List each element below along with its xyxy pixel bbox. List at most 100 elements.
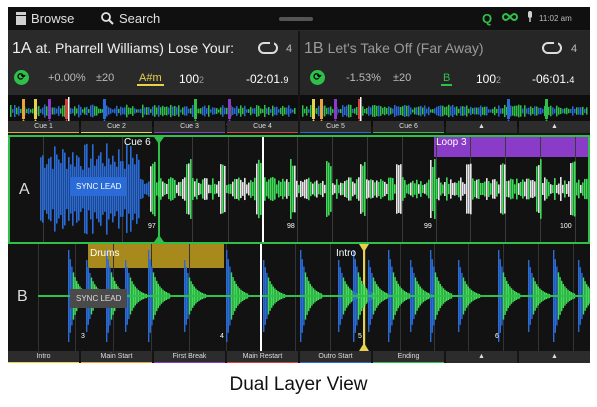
waveform-bar bbox=[234, 178, 236, 200]
deck-b-loop-count: 4 bbox=[571, 43, 578, 55]
waveform-bar bbox=[540, 159, 542, 219]
overview-bar bbox=[44, 104, 46, 118]
waveform-bar bbox=[418, 184, 420, 194]
overview-bar bbox=[290, 108, 292, 114]
overview-bar bbox=[478, 107, 480, 115]
overview-bar bbox=[420, 105, 422, 117]
waveform-bar bbox=[556, 184, 558, 194]
overview-bar bbox=[244, 105, 246, 117]
overview-bar bbox=[414, 107, 416, 115]
loop-icon[interactable] bbox=[258, 42, 278, 54]
sync-icon[interactable]: ⟳ bbox=[14, 70, 29, 85]
cue-page-up-button[interactable]: ▲ bbox=[446, 351, 517, 363]
overview-bar bbox=[484, 106, 486, 116]
hot-cue-button[interactable]: Cue 4 bbox=[227, 121, 298, 133]
waveform-bar bbox=[432, 166, 434, 212]
hot-cue-button[interactable]: Cue 6 bbox=[373, 121, 444, 133]
waveform-bar bbox=[450, 179, 452, 199]
overview-bar bbox=[80, 106, 82, 116]
waveform-bar bbox=[180, 181, 182, 197]
browse-button[interactable]: Browse bbox=[16, 11, 74, 26]
waveform-bar bbox=[444, 182, 446, 196]
cue-page-up-button[interactable]: ▲ bbox=[519, 121, 590, 133]
hot-cue-button[interactable]: Cue 1 bbox=[8, 121, 79, 133]
cue-page-up-button[interactable]: ▲ bbox=[446, 121, 517, 133]
waveform-bar bbox=[152, 163, 154, 215]
overview-cue-marker bbox=[194, 99, 197, 119]
overview-bar bbox=[442, 105, 444, 117]
cue-6-marker-label: Cue 6 bbox=[124, 137, 151, 148]
cue-point-button[interactable]: Main Restart bbox=[227, 351, 298, 363]
deck-a-waveform[interactable]: A SYNC LEAD Cue 6 Loop 3 97 98 99 100 bbox=[8, 135, 590, 244]
overview-bar bbox=[76, 108, 78, 114]
cue-point-button[interactable]: Outro Start bbox=[300, 351, 371, 363]
overview-bar bbox=[388, 106, 390, 116]
waveform-bar bbox=[384, 181, 386, 197]
waveform-bar bbox=[354, 183, 356, 195]
waveform-bar bbox=[522, 179, 524, 199]
loop-icon[interactable] bbox=[542, 42, 562, 54]
deck-a-key[interactable]: A#m bbox=[137, 72, 164, 86]
sync-lead-badge[interactable]: SYNC LEAD bbox=[70, 177, 128, 196]
overview-bar bbox=[146, 107, 148, 115]
cue-point-button[interactable]: First Break bbox=[154, 351, 225, 363]
waveform-bar bbox=[254, 177, 256, 201]
app-screen: Browse Search Q 11:02 am 1A at. Pharrell … bbox=[8, 7, 590, 363]
waveform-bar bbox=[266, 181, 268, 197]
overview-bar bbox=[370, 107, 372, 115]
overview-bar bbox=[156, 107, 158, 115]
overview-bar bbox=[504, 104, 506, 118]
hot-cue-button[interactable]: Cue 3 bbox=[154, 121, 225, 133]
overview-bar bbox=[10, 105, 12, 117]
waveform-bar bbox=[520, 181, 522, 197]
waveform-bar bbox=[470, 163, 472, 215]
overview-bar bbox=[126, 104, 128, 118]
overview-bar bbox=[150, 109, 152, 113]
waveform-bar bbox=[326, 161, 328, 217]
overview-bar bbox=[342, 105, 344, 117]
hot-cue-button[interactable]: Cue 5 bbox=[300, 121, 371, 133]
waveform-bar bbox=[144, 183, 146, 195]
link-icon[interactable] bbox=[502, 10, 518, 24]
waveform-bar bbox=[256, 163, 258, 215]
overview-bar bbox=[520, 105, 522, 117]
deck-b-pitch-range[interactable]: ±20 bbox=[393, 72, 411, 84]
cue-page-up-button[interactable]: ▲ bbox=[519, 351, 590, 363]
cue-point-button[interactable]: Ending bbox=[373, 351, 444, 363]
deck-a-header[interactable]: 1A at. Pharrell Williams) Lose Your: 4 ⟳ … bbox=[8, 31, 298, 95]
quantize-icon[interactable]: Q bbox=[482, 11, 492, 26]
sync-lead-badge[interactable]: SYNC LEAD bbox=[70, 289, 128, 308]
waveform-bar bbox=[446, 177, 448, 201]
beat-grid-line bbox=[330, 244, 331, 351]
waveform-bar bbox=[210, 184, 212, 194]
overview-cue-marker bbox=[507, 99, 510, 119]
mic-icon[interactable] bbox=[526, 11, 534, 23]
waveform-bar bbox=[308, 177, 310, 201]
playhead bbox=[262, 137, 264, 242]
hot-cue-button[interactable]: Cue 2 bbox=[81, 121, 152, 133]
overview-bar bbox=[130, 108, 132, 114]
waveform-bar bbox=[142, 179, 144, 199]
sync-icon[interactable]: ⟳ bbox=[310, 70, 325, 85]
overview-bar bbox=[46, 106, 48, 116]
deck-b-waveform[interactable]: B SYNC LEAD Drums Intro 3 4 5 6 bbox=[8, 244, 590, 351]
beat-grid-line bbox=[38, 244, 39, 351]
beat-number: 97 bbox=[148, 223, 156, 230]
waveform-bar bbox=[442, 184, 444, 194]
cue-point-button[interactable]: Intro bbox=[8, 351, 79, 363]
waveform-bar bbox=[334, 184, 336, 194]
search-button[interactable]: Search bbox=[101, 11, 160, 26]
deck-b-header[interactable]: 1B Let's Take Off (Far Away) 4 ⟳ -1.53% ±… bbox=[300, 31, 590, 95]
deck-a-pitch-range[interactable]: ±20 bbox=[96, 72, 114, 84]
cue-point-button[interactable]: Main Start bbox=[81, 351, 152, 363]
waveform-bar bbox=[364, 162, 366, 216]
layout-handle[interactable] bbox=[279, 17, 313, 21]
waveform-bar bbox=[268, 179, 270, 199]
deck-a-time-decimal: 9 bbox=[283, 75, 289, 85]
overview-bar bbox=[568, 108, 570, 114]
intro-marker-label: Intro bbox=[336, 248, 357, 259]
waveform-bar bbox=[548, 181, 550, 197]
cue-point-row: Intro Main Start First Break Main Restart Ou… bbox=[8, 351, 590, 363]
deck-b-key[interactable]: B bbox=[441, 72, 453, 86]
overview-bar bbox=[154, 105, 156, 117]
